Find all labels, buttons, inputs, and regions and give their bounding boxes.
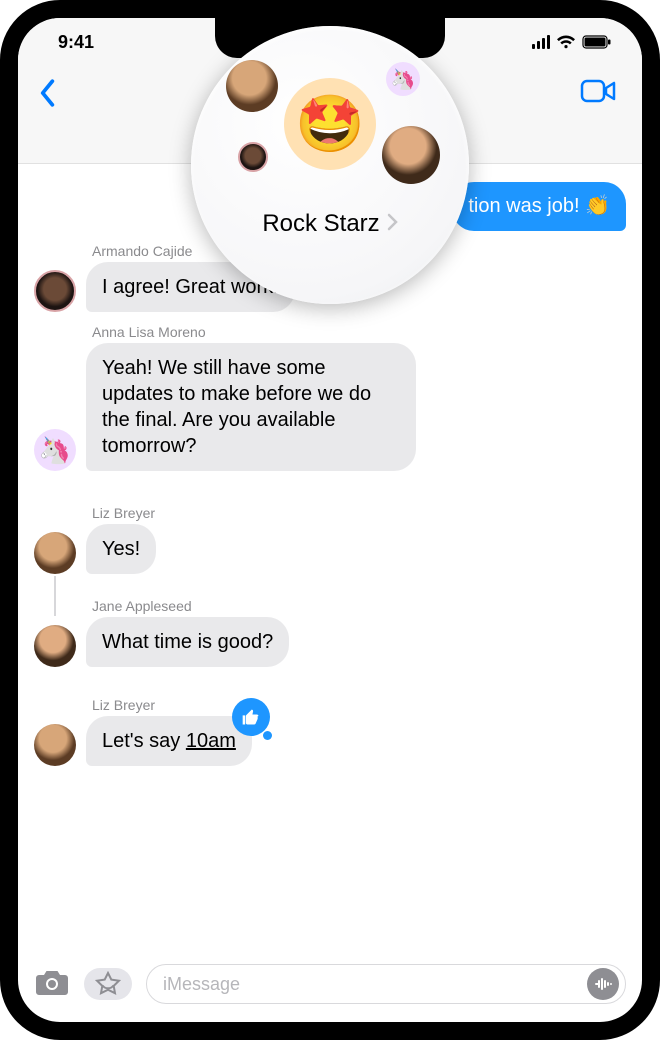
- message-text: Yes!: [102, 538, 140, 560]
- participant-avatar: [226, 60, 278, 112]
- sender-label: Liz Breyer: [92, 505, 626, 521]
- message-input[interactable]: [163, 974, 587, 995]
- incoming-message[interactable]: Liz Breyer Yes!: [34, 505, 626, 574]
- message-bubble: What time is good?: [86, 617, 289, 667]
- incoming-message[interactable]: Anna Lisa Moreno 🦄 Yeah! We still have s…: [34, 324, 626, 471]
- apps-button[interactable]: [84, 968, 132, 1000]
- participant-avatar: [238, 142, 268, 172]
- participant-avatar: 🦄: [386, 62, 420, 96]
- avatar-liz[interactable]: [34, 724, 76, 766]
- message-text: Yeah! We still have some updates to make…: [102, 357, 371, 457]
- message-bubble: Yes!: [86, 524, 156, 574]
- message-bubble: Yeah! We still have some updates to make…: [86, 343, 416, 471]
- audio-message-button[interactable]: [587, 968, 619, 1000]
- phone-frame: 9:41 tion was job! 👏 Armando Cajide: [0, 0, 660, 1040]
- reply-thread-line: [54, 576, 56, 616]
- back-button[interactable]: [36, 78, 58, 113]
- status-right: [532, 35, 612, 49]
- chevron-right-icon: [386, 210, 398, 238]
- message-text: What time is good?: [102, 631, 273, 653]
- message-text: tion was job! 👏: [468, 195, 610, 217]
- compose-bar: [18, 954, 642, 1014]
- avatar-anna[interactable]: 🦄: [34, 429, 76, 471]
- group-emoji-icon: 🤩: [284, 78, 376, 170]
- avatar-jane[interactable]: [34, 625, 76, 667]
- sender-label: Anna Lisa Moreno: [92, 324, 626, 340]
- participant-avatar: [382, 126, 440, 184]
- battery-icon: [582, 35, 612, 49]
- clock: 9:41: [58, 32, 94, 53]
- avatar-liz[interactable]: [34, 532, 76, 574]
- group-name: Rock Starz: [262, 210, 379, 238]
- message-bubble: Let's say 10am: [86, 716, 252, 766]
- message-text: Let's say: [102, 730, 186, 752]
- incoming-message[interactable]: Jane Appleseed What time is good?: [34, 598, 626, 667]
- sender-label: Jane Appleseed: [92, 598, 626, 614]
- avatar-armando[interactable]: [34, 270, 76, 312]
- message-bubble: tion was job! 👏: [452, 182, 626, 231]
- cellular-icon: [532, 35, 550, 49]
- group-header-magnified[interactable]: 🤩 🦄 Rock Starz: [191, 26, 469, 304]
- wifi-icon: [556, 35, 576, 49]
- group-title-button[interactable]: Rock Starz: [262, 210, 397, 238]
- time-link[interactable]: 10am: [186, 730, 236, 752]
- tapback-thumbs-up[interactable]: [232, 698, 270, 736]
- group-avatar-cluster: 🤩 🦄: [230, 62, 430, 192]
- facetime-button[interactable]: [580, 78, 618, 109]
- sender-label: Liz Breyer: [92, 697, 626, 713]
- incoming-message[interactable]: Liz Breyer Let's say 10am: [34, 697, 626, 766]
- message-input-wrap: [146, 964, 626, 1004]
- camera-button[interactable]: [34, 967, 70, 1002]
